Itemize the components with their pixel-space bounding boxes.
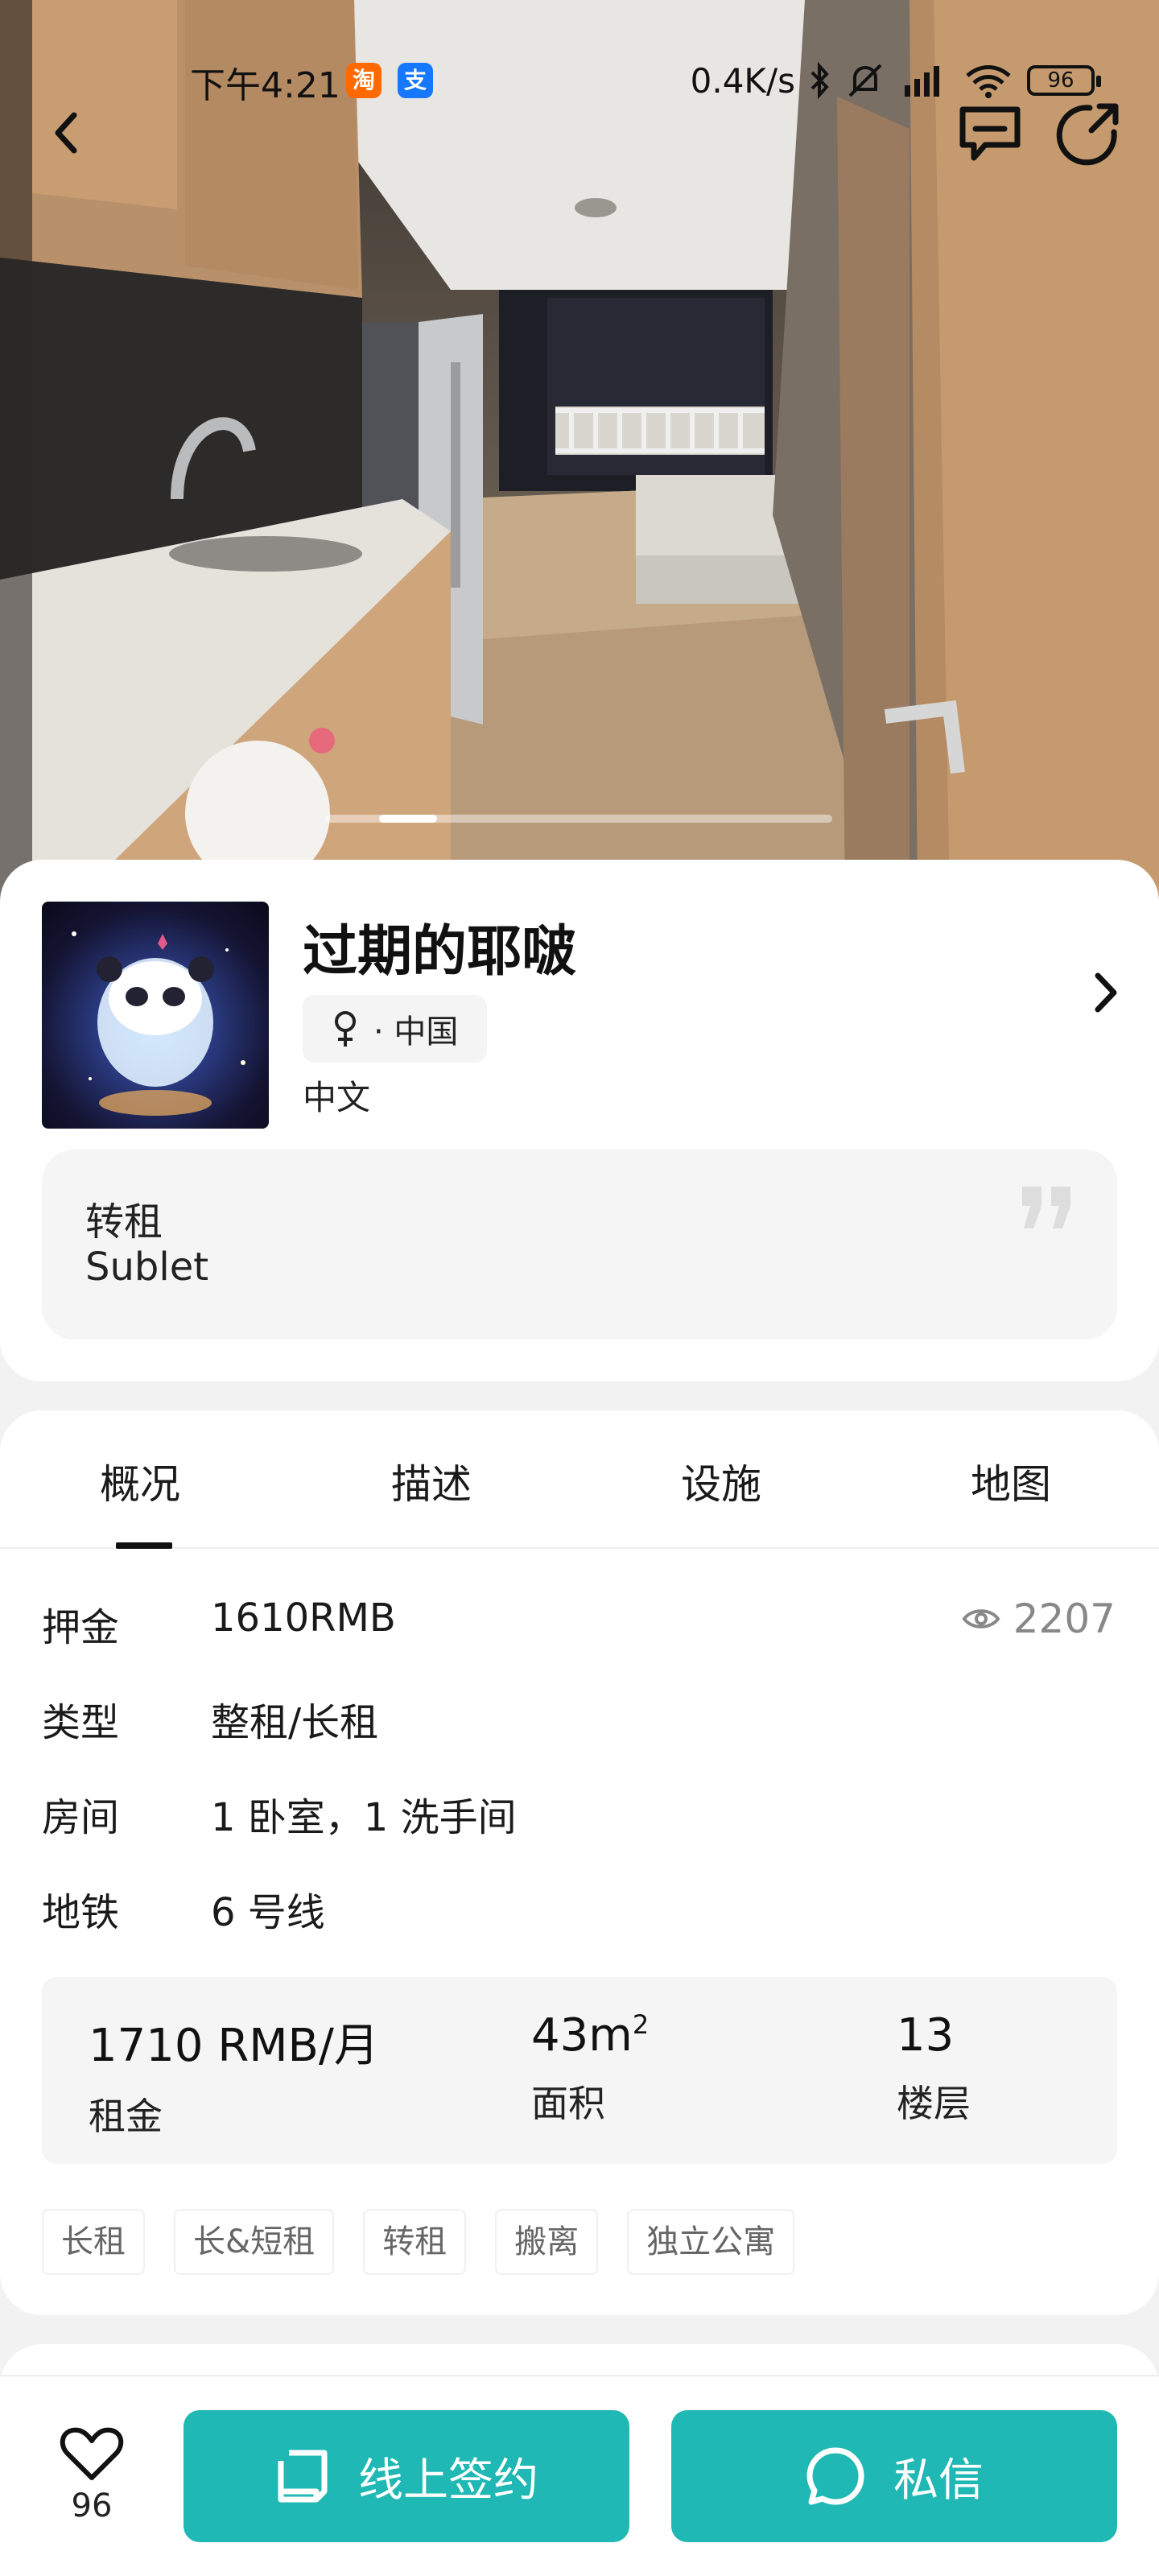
message-icon[interactable] bbox=[956, 103, 1024, 164]
eye-icon bbox=[962, 1609, 1000, 1629]
listing-tags: 长租 长&短租 转租 搬离 独立公寓 bbox=[42, 2209, 795, 2275]
alipay-app-icon: 支 bbox=[398, 63, 433, 98]
share-icon[interactable] bbox=[1054, 100, 1122, 167]
info-value: 整租/长租 bbox=[211, 1700, 379, 1745]
taobao-app-icon: 淘 bbox=[346, 63, 382, 98]
avatar-image bbox=[72, 931, 245, 1116]
tab-facilities[interactable]: 设施 bbox=[681, 1452, 761, 1510]
like-button[interactable]: 96 bbox=[52, 2426, 132, 2539]
tag-sublet: 转租 bbox=[363, 2209, 467, 2275]
like-count: 96 bbox=[71, 2487, 113, 2524]
signal-icon bbox=[905, 66, 939, 97]
info-label: 房间 bbox=[42, 1795, 120, 1840]
chevron-right-icon[interactable] bbox=[1087, 964, 1127, 1021]
view-count-value: 2207 bbox=[1013, 1596, 1116, 1642]
listing-details-card: 概况 描述 设施 地图 bbox=[0, 1410, 1159, 2315]
female-icon bbox=[335, 1011, 356, 1046]
floor-label: 楼层 bbox=[897, 2082, 971, 2125]
detail-tabs: 概况 描述 设施 地图 bbox=[0, 1410, 1159, 1549]
info-label: 类型 bbox=[42, 1700, 120, 1745]
status-time: 下午4:21 bbox=[190, 65, 340, 106]
tag-moving-out: 搬离 bbox=[495, 2209, 599, 2275]
active-tab-indicator bbox=[116, 1542, 172, 1549]
gender-location-tag: · 中国 bbox=[303, 995, 488, 1063]
gallery-indicator bbox=[325, 815, 832, 823]
mute-bell-icon bbox=[848, 64, 882, 97]
back-icon[interactable] bbox=[40, 101, 97, 165]
area-value: 43m bbox=[531, 2009, 633, 2062]
landlord-profile-card: 过期的耶啵 · 中国 中文 转租 Sublet bbox=[0, 860, 1159, 1381]
online-sign-label: 线上签约 bbox=[358, 2454, 538, 2507]
tab-map[interactable]: 地图 bbox=[971, 1452, 1051, 1510]
status-bar: 下午4:21 淘 支 0.4K/s 96 bbox=[0, 56, 1159, 106]
private-message-label: 私信 bbox=[893, 2454, 984, 2507]
info-value: 1 卧室，1 洗手间 bbox=[211, 1795, 517, 1840]
contract-icon bbox=[278, 2450, 328, 2503]
floor-value: 13 bbox=[897, 2009, 955, 2062]
quote-line-2: Sublet bbox=[85, 1245, 209, 1290]
location-text: · 中国 bbox=[373, 1013, 459, 1051]
info-value: 1610RMB bbox=[211, 1596, 396, 1641]
info-label: 地铁 bbox=[42, 1890, 120, 1935]
info-value: 6 号线 bbox=[211, 1890, 325, 1935]
chat-bubble-icon bbox=[806, 2447, 864, 2505]
info-label: 押金 bbox=[42, 1605, 120, 1650]
bluetooth-icon bbox=[810, 61, 829, 100]
tag-studio-apartment: 独立公寓 bbox=[627, 2209, 795, 2275]
online-sign-button[interactable]: 线上签约 bbox=[184, 2410, 629, 2542]
quote-line-1: 转租 bbox=[85, 1199, 163, 1245]
private-message-button[interactable]: 私信 bbox=[671, 2410, 1117, 2542]
stat-area: 43m2 面积 bbox=[531, 2009, 649, 2128]
heart-icon bbox=[60, 2427, 124, 2480]
stat-rent: 1710 RMB/月 租金 bbox=[89, 2009, 379, 2140]
network-speed: 0.4K/s bbox=[690, 60, 795, 101]
rent-value: 1710 RMB/月 bbox=[89, 2020, 379, 2072]
battery-indicator: 96 bbox=[1027, 65, 1101, 96]
listing-detail-page: 下午4:21 淘 支 0.4K/s 96 过期的耶啵 · 中国 中文 转租 Su… bbox=[0, 0, 1159, 2576]
tag-long-short-term: 长&短租 bbox=[174, 2209, 335, 2275]
rent-label: 租金 bbox=[89, 2095, 163, 2138]
avatar[interactable] bbox=[42, 902, 269, 1129]
listing-intro-quote: 转租 Sublet bbox=[42, 1150, 1117, 1340]
key-stats-panel: 1710 RMB/月 租金 43m2 面积 13 楼层 bbox=[42, 1977, 1117, 2164]
tab-overview[interactable]: 概况 bbox=[100, 1452, 180, 1510]
bottom-action-bar: 96 线上签约 私信 bbox=[0, 2375, 1159, 2576]
view-count: 2207 bbox=[962, 1596, 1116, 1642]
area-label: 面积 bbox=[531, 2082, 605, 2125]
stat-floor: 13 楼层 bbox=[897, 2009, 971, 2128]
tag-long-term: 长租 bbox=[42, 2209, 145, 2275]
tab-description[interactable]: 描述 bbox=[391, 1452, 472, 1510]
gallery-indicator-thumb bbox=[379, 815, 437, 823]
quote-mark-icon bbox=[1022, 1187, 1070, 1228]
apartment-photo-gallery[interactable]: 下午4:21 淘 支 0.4K/s 96 bbox=[0, 0, 1159, 902]
user-name: 过期的耶啵 bbox=[303, 920, 577, 984]
language-text: 中文 bbox=[303, 1078, 371, 1117]
area-unit-superscript: 2 bbox=[632, 2009, 650, 2040]
area-value-wrap: 43m2 bbox=[531, 2009, 649, 2062]
wifi-icon bbox=[966, 65, 1011, 98]
